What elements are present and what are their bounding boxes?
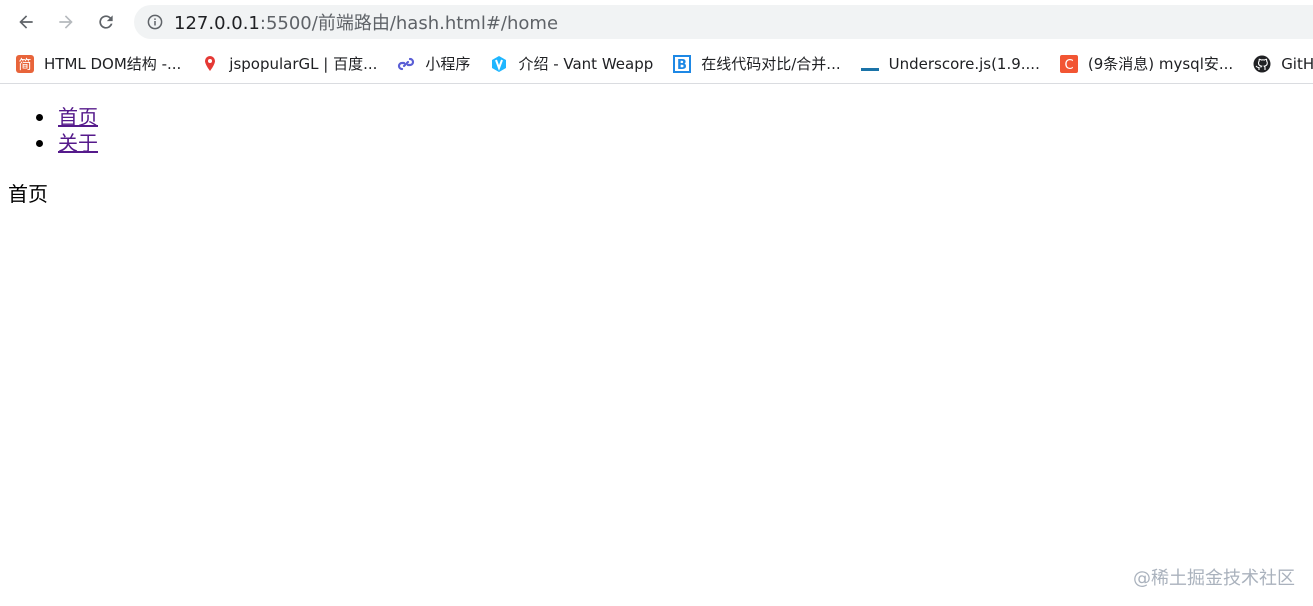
list-item: 关于	[36, 130, 98, 156]
bookmark-label: HTML DOM结构 -...	[44, 55, 182, 73]
back-arrow-icon	[19, 15, 33, 29]
bookmark-label: 介绍 - Vant Weapp	[518, 55, 654, 73]
bookmark-html-dom[interactable]: 简 HTML DOM结构 -...	[16, 53, 181, 74]
address-bar[interactable]: 127.0.0.1:5500/前端路由/hash.html#/home	[134, 5, 1313, 39]
browser-toolbar: 127.0.0.1:5500/前端路由/hash.html#/home	[0, 0, 1313, 44]
bookmark-code-compare[interactable]: B 在线代码对比/合并...	[673, 53, 841, 74]
vant-icon	[490, 55, 508, 73]
nav-link-about[interactable]: 关于	[58, 131, 98, 155]
site-info-icon[interactable]	[147, 14, 163, 30]
bookmark-label: (9条消息) mysql安...	[1087, 55, 1234, 73]
bookmark-label: Underscore.js(1.9....	[888, 54, 1040, 73]
underscore-icon	[860, 55, 879, 73]
reload-button[interactable]	[94, 10, 118, 34]
bookmark-miniprogram[interactable]: 小程序	[397, 53, 470, 74]
bookmark-jspopulargl[interactable]: jspopularGL | 百度...	[201, 53, 377, 74]
miniprogram-link-icon	[397, 55, 415, 73]
map-pin-icon	[201, 55, 219, 73]
svg-text:C: C	[1064, 58, 1073, 73]
watermark: @稀土掘金技术社区	[1133, 568, 1295, 589]
forward-button[interactable]	[54, 10, 78, 34]
router-view-text: 首页	[8, 182, 48, 206]
bookmark-vant-weapp[interactable]: 介绍 - Vant Weapp	[490, 53, 653, 74]
bookmark-github[interactable]: GitHu	[1253, 55, 1313, 73]
svg-text:B: B	[677, 58, 687, 73]
svg-text:简: 简	[18, 57, 31, 73]
reload-icon	[99, 15, 113, 29]
bookmark-label: 在线代码对比/合并...	[701, 55, 841, 73]
b-bracket-icon: B	[673, 54, 692, 73]
nav-link-home[interactable]: 首页	[58, 105, 98, 129]
bookmark-label: jspopularGL | 百度...	[229, 55, 378, 73]
bookmark-label: 小程序	[425, 55, 471, 73]
bookmark-csdn-mysql[interactable]: C (9条消息) mysql安...	[1059, 53, 1234, 74]
url-host: 127.0.0.1	[174, 13, 260, 34]
nav-list: 首页 关于	[36, 104, 98, 156]
jian-badge-icon: 简	[16, 54, 34, 73]
bookmark-label: GitHu	[1281, 54, 1313, 73]
bookmark-underscore[interactable]: Underscore.js(1.9....	[860, 54, 1040, 73]
bookmarks-bar: 简 HTML DOM结构 -... jspopularGL | 百度... 小程…	[0, 44, 1313, 84]
url-path: :5500/前端路由/hash.html#/home	[259, 13, 559, 34]
forward-arrow-icon	[59, 15, 73, 29]
list-item: 首页	[36, 104, 98, 130]
url-text[interactable]: 127.0.0.1:5500/前端路由/hash.html#/home	[174, 9, 558, 35]
github-icon	[1253, 55, 1271, 73]
back-button[interactable]	[14, 10, 38, 34]
csdn-c-icon: C	[1059, 54, 1078, 73]
